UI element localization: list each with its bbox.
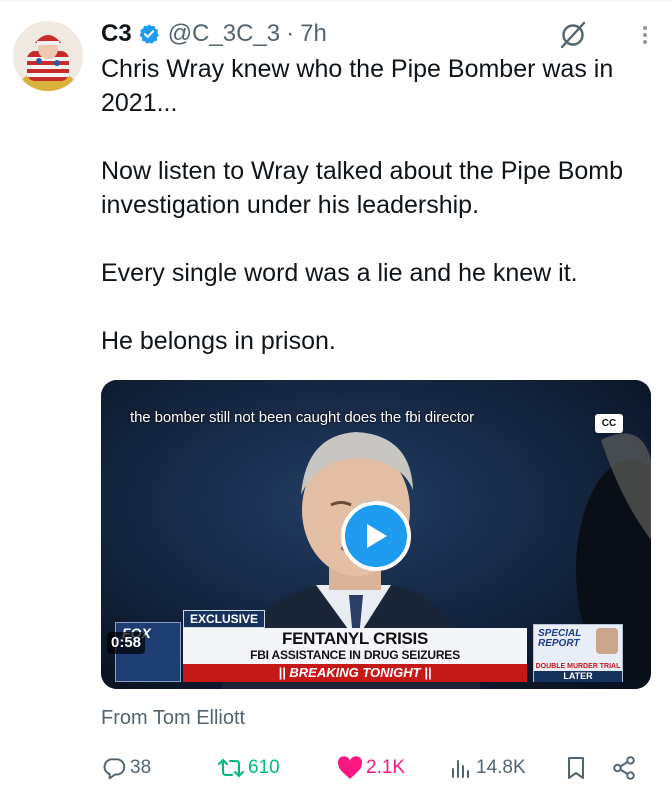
grok-icon[interactable] [558,20,588,50]
repost-button[interactable]: 610 [217,752,280,784]
repost-count: 610 [248,757,280,778]
headline-title: FENTANYL CRISIS [282,629,428,648]
promo-box: SPECIAL REPORT DOUBLE MURDER TRIAL LATER [533,624,623,682]
reply-count: 38 [130,757,152,778]
repost-icon [218,759,244,777]
top-divider [0,0,672,1]
play-icon [367,524,387,548]
timestamp[interactable]: 7h [300,20,327,48]
lower-third: FOX 0:58 EXCLUSIVE FENTANYL CRISIS FBI A… [101,610,651,689]
user-handle[interactable]: @C_3C_3 [168,20,280,48]
headline-subtitle: FBI ASSISTANCE IN DRUG SEIZURES [250,648,460,662]
avatar[interactable] [13,21,83,91]
promo-subtitle: DOUBLE MURDER TRIAL [535,663,621,670]
video-attribution[interactable]: From Tom Elliott [101,707,245,730]
tweet-paragraph: Now listen to Wray talked about the Pipe… [101,157,624,219]
video-caption: the bomber still not been caught does th… [130,409,474,426]
promo-title: SPECIAL REPORT [538,628,582,649]
tweet-paragraph: He belongs in prison. [101,327,336,355]
anchor-thumbnail [596,628,618,654]
promo-time: LATER [534,671,622,682]
tweet-paragraph: Every single word was a lie and he knew … [101,259,578,287]
share-icon [613,756,635,780]
views-count: 14.8K [476,757,526,778]
bookmark-button[interactable] [565,752,590,784]
more-icon[interactable] [638,19,652,49]
bookmark-icon [568,757,584,779]
verified-badge-icon [139,24,159,44]
like-button[interactable]: 2.1K [337,752,405,784]
tweet-header: C3 @C_3C_3 · 7h [101,14,652,54]
video-duration: 0:58 [107,632,146,654]
like-count: 2.1K [366,757,406,778]
breaking-banner: || BREAKING TONIGHT || [183,664,527,682]
views-button[interactable]: 14.8K [449,752,526,784]
display-name[interactable]: C3 [101,20,132,48]
exclusive-tag: EXCLUSIVE [183,610,266,628]
headline-box: FENTANYL CRISIS FBI ASSISTANCE IN DRUG S… [183,628,527,664]
action-bar: 38 610 2.1K 14.8K [101,752,651,784]
share-button[interactable] [611,752,640,784]
closed-captions-button[interactable]: CC [595,414,623,433]
like-icon [337,756,363,779]
video-player[interactable]: the bomber still not been caught does th… [101,380,651,689]
tweet-text: Chris Wray knew who the Pipe Bomber was … [101,52,661,358]
tweet-paragraph: Chris Wray knew who the Pipe Bomber was … [101,55,614,117]
reply-button[interactable]: 38 [101,752,151,784]
reply-icon [103,758,126,780]
play-button[interactable] [341,501,411,571]
separator-dot: · [286,20,295,47]
views-icon [452,760,469,778]
